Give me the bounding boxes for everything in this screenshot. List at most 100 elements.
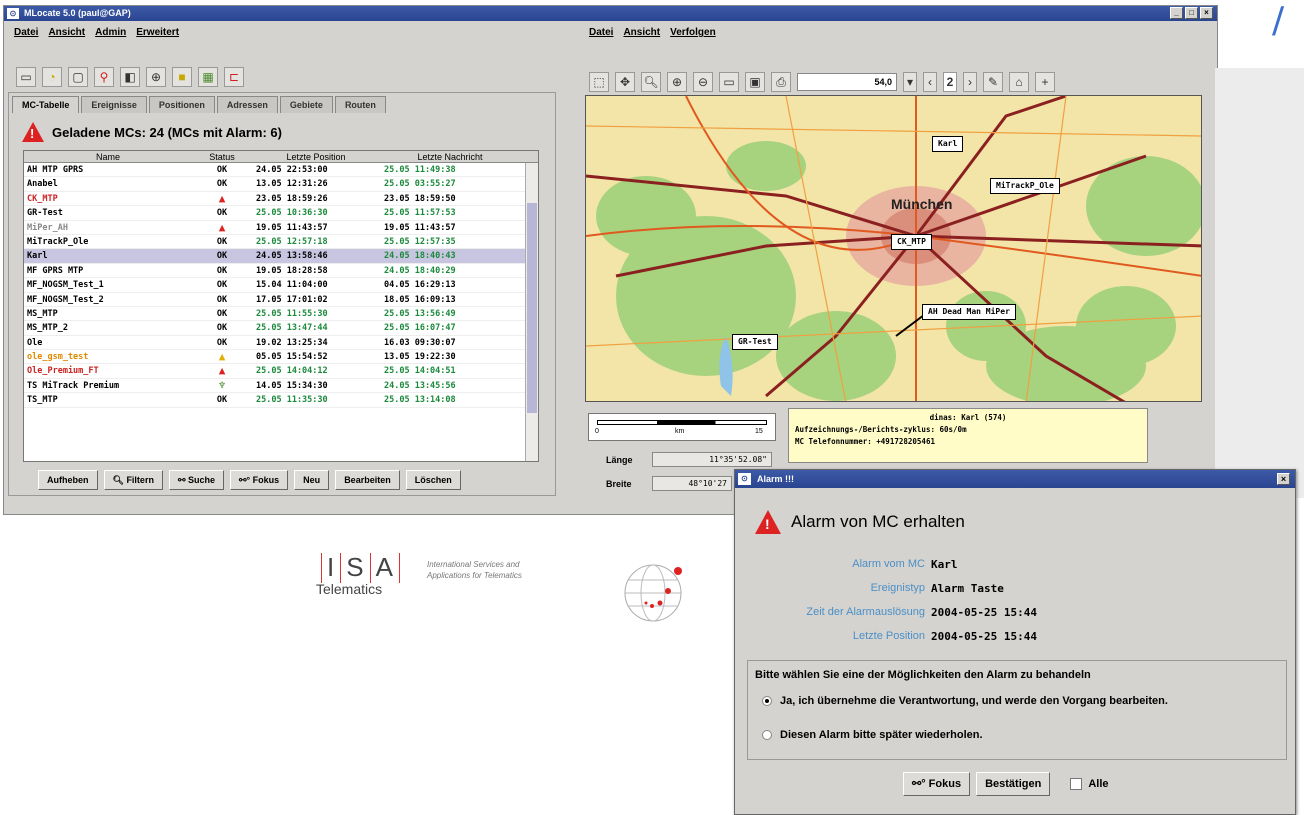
col-message[interactable]: Letzte Nachricht: [380, 151, 520, 163]
map-view[interactable]: München Karl MiTrackP_Ole CK_MTP AH Dead…: [585, 95, 1202, 402]
move-icon[interactable]: ✥: [615, 72, 635, 92]
minimize-button[interactable]: _: [1170, 7, 1183, 19]
col-name[interactable]: Name: [24, 151, 192, 163]
tab-adressen[interactable]: Adressen: [216, 96, 278, 113]
bracket-icon[interactable]: ⊏: [224, 67, 244, 87]
target-icon[interactable]: ⊕: [146, 67, 166, 87]
table-row[interactable]: MiPer_AH ▲ 19.05 11:43:57 19.05 11:43:57: [24, 221, 538, 235]
open-icon[interactable]: ◔: [42, 67, 62, 87]
table-row[interactable]: MiTrackP_Ole OK 25.05 12:57:18 25.05 12:57:…: [24, 235, 538, 250]
option-repeat[interactable]: Diesen Alarm bitte später wiederholen.: [762, 729, 983, 741]
marker-ck-mtp[interactable]: CK_MTP: [891, 234, 932, 250]
map-icon[interactable]: ▦: [198, 67, 218, 87]
zoom-icon[interactable]: 🔍︎: [641, 72, 661, 92]
table-row[interactable]: MS_MTP_2 OK 25.05 13:47:44 25.05 16:07:47: [24, 321, 538, 336]
row-last-position: 19.05 18:28:58: [256, 265, 328, 276]
marker-mitrackp-ole[interactable]: MiTrackP_Ole: [990, 178, 1060, 194]
left-toolbar: ▭ ◔ ▢ ⚲ ◧ ⊕ ■ ▦ ⊏: [16, 67, 244, 87]
marker-karl[interactable]: Karl: [932, 136, 964, 152]
page-icon[interactable]: ▢: [68, 67, 88, 87]
bearbeiten-button[interactable]: Bearbeiten: [335, 470, 400, 490]
loeschen-button[interactable]: Löschen: [405, 470, 461, 490]
zoom-dropdown-icon[interactable]: ▾: [903, 72, 917, 92]
row-name: MF GPRS MTP: [27, 265, 84, 276]
route-icon[interactable]: ⚲: [94, 67, 114, 87]
layer-icon[interactable]: ▣: [745, 72, 765, 92]
window-icon[interactable]: ▭: [16, 67, 36, 87]
filtern-button[interactable]: 🔍︎ Filtern: [103, 470, 163, 490]
print-icon[interactable]: ⎙: [771, 72, 791, 92]
row-name: GR-Test: [27, 208, 63, 219]
row-name: Ole_Premium_FT: [27, 366, 99, 377]
table-row[interactable]: Ole OK 19.02 13:25:34 16.03 09:30:07: [24, 336, 538, 351]
neu-button[interactable]: Neu: [294, 470, 330, 490]
zoom-out-icon[interactable]: ⊖: [693, 72, 713, 92]
zoom-field[interactable]: 54,0: [797, 73, 897, 91]
suche-button[interactable]: ⚯ Suche: [168, 470, 225, 490]
square-icon[interactable]: ■: [172, 67, 192, 87]
radio-accept[interactable]: [762, 696, 772, 706]
field-value-mc: Karl: [931, 558, 958, 571]
tab-routen[interactable]: Routen: [334, 96, 386, 113]
table-row[interactable]: GR-Test OK 25.05 10:36:30 25.05 11:57:53: [24, 206, 538, 221]
next-page-icon[interactable]: ›: [963, 72, 977, 92]
table-row[interactable]: Karl OK 24.05 13:58:46 24.05 18:40:43: [24, 249, 538, 264]
menu-admin[interactable]: Admin: [95, 24, 126, 42]
dialog-close-button[interactable]: ×: [1277, 473, 1290, 485]
home-icon[interactable]: ⌂: [1009, 72, 1029, 92]
col-position[interactable]: Letzte Position: [252, 151, 380, 163]
confirm-button[interactable]: Bestätigen: [976, 772, 1051, 796]
table-row[interactable]: Anabel OK 13.05 12:31:26 25.05 03:55:27: [24, 177, 538, 192]
table-row[interactable]: AH MTP GPRS OK 24.05 22:53:00 25.05 11:49:3…: [24, 163, 538, 178]
scroll-thumb[interactable]: [527, 203, 537, 413]
dialog-fokus-button[interactable]: ⚯° Fokus: [903, 772, 971, 796]
prev-page-icon[interactable]: ‹: [923, 72, 937, 92]
table-scrollbar[interactable]: [525, 163, 538, 461]
menu-verfolgen[interactable]: Verfolgen: [670, 24, 716, 42]
title-bar: ⊙ MLocate 5.0 (paul@GAP) _ □ ×: [4, 6, 1217, 21]
table-row[interactable]: MF_NOGSM_Test_1 OK 15.04 11:04:00 04.05 16:…: [24, 278, 538, 293]
row-status: OK: [216, 236, 228, 247]
table-row[interactable]: TS MiTrack Premium ♆ 14.05 15:34:30 24.05 1…: [24, 379, 538, 394]
row-last-position: 19.02 13:25:34: [256, 337, 328, 348]
fit-icon[interactable]: ▭: [719, 72, 739, 92]
marker-gr-test[interactable]: GR-Test: [732, 334, 778, 350]
option-repeat-label: Diesen Alarm bitte später wiederholen.: [780, 729, 983, 741]
fokus-button[interactable]: ⚯° Fokus: [230, 470, 289, 490]
menu-ansicht[interactable]: Ansicht: [48, 24, 85, 42]
menu-datei-map[interactable]: Datei: [589, 24, 613, 42]
pin-icon[interactable]: ◧: [120, 67, 140, 87]
radio-repeat[interactable]: [762, 730, 772, 740]
table-row[interactable]: ole_gsm_test ▲ 05.05 15:54:52 13.05 19:22:3…: [24, 350, 538, 365]
menu-datei[interactable]: Datei: [14, 24, 38, 42]
table-row[interactable]: MF_NOGSM_Test_2 OK 17.05 17:01:02 18.05 16:…: [24, 293, 538, 307]
select-icon[interactable]: ⬚: [589, 72, 609, 92]
option-accept[interactable]: Ja, ich übernehme die Verantwortung, und…: [762, 695, 1168, 707]
menu-ansicht-map[interactable]: Ansicht: [623, 24, 660, 42]
table-row[interactable]: MS_MTP OK 25.05 11:55:30 25.05 13:56:49: [24, 307, 538, 322]
table-row[interactable]: MF GPRS MTP OK 19.05 18:28:58 24.05 18:40:2…: [24, 264, 538, 279]
tab-gebiete[interactable]: Gebiete: [279, 96, 333, 113]
zoom-in-icon[interactable]: ⊕: [667, 72, 687, 92]
field-value-position: 2004-05-25 15:44: [931, 630, 1037, 643]
aufheben-button[interactable]: Aufheben: [38, 470, 98, 490]
table-row[interactable]: CK_MTP ▲ 23.05 18:59:26 23.05 18:59:50: [24, 192, 538, 207]
col-status[interactable]: Status: [192, 151, 252, 163]
close-button[interactable]: ×: [1200, 7, 1213, 19]
alert-icon: [22, 122, 44, 142]
marker-ah-dead-man[interactable]: AH Dead Man MiPer: [922, 304, 1016, 320]
tab-positionen[interactable]: Positionen: [148, 96, 215, 113]
all-checkbox[interactable]: [1070, 778, 1083, 790]
isa-letters: ISA: [316, 552, 405, 583]
row-last-position: 25.05 14:04:12: [256, 366, 328, 377]
table-row[interactable]: TS_MTP OK 25.05 11:35:30 25.05 13:14:08: [24, 393, 538, 408]
crosshair-icon[interactable]: +: [1035, 72, 1055, 92]
tab-mc-tabelle[interactable]: MC-Tabelle: [12, 96, 80, 113]
table-row[interactable]: Ole_Premium_FT ▲ 25.05 14:04:12 25.05 14:04…: [24, 364, 538, 379]
maximize-button[interactable]: □: [1185, 7, 1198, 19]
row-last-position: 25.05 11:35:30: [256, 395, 328, 406]
row-last-message: 18.05 16:09:13: [384, 294, 456, 305]
edit-icon[interactable]: ✎: [983, 72, 1003, 92]
menu-erweitert[interactable]: Erweitert: [136, 24, 179, 42]
tab-ereignisse[interactable]: Ereignisse: [81, 96, 147, 113]
